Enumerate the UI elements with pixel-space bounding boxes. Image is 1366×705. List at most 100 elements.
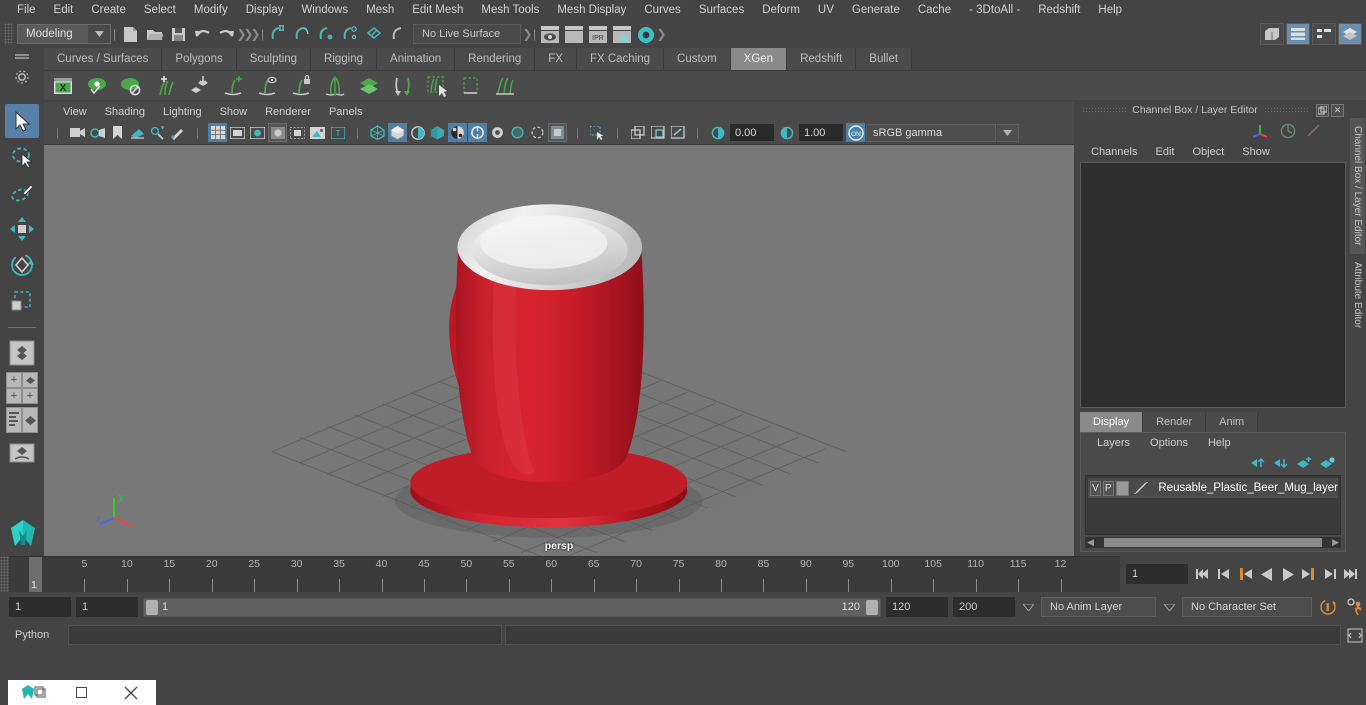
grease-pencil-icon[interactable] (168, 123, 187, 142)
shadows-icon[interactable] (448, 123, 467, 142)
channel-box-menu-show[interactable]: Show (1233, 146, 1279, 158)
color-management-toggle-icon[interactable]: ON (846, 123, 865, 142)
shelf-tab-xgen[interactable]: XGen (730, 48, 788, 70)
menu-item-windows[interactable]: Windows (292, 0, 357, 20)
scroll-right-arrow-icon[interactable]: ▶ (1332, 537, 1341, 548)
create-layer-from-selected-icon[interactable] (1320, 457, 1335, 469)
shelf-tab-rigging[interactable]: Rigging (311, 48, 378, 70)
current-frame-field[interactable]: 1 (1126, 564, 1188, 584)
move-layer-down-icon[interactable] (1274, 457, 1289, 469)
paint-select-tool[interactable] (5, 176, 39, 210)
animation-end-field[interactable]: 200 (953, 597, 1015, 617)
menu-item-display[interactable]: Display (237, 0, 293, 20)
menu-item-mesh-tools[interactable]: Mesh Tools (472, 0, 548, 20)
character-set-chevron-down-icon[interactable] (1161, 603, 1177, 611)
text-overlay-icon[interactable]: T (328, 123, 347, 142)
command-language-label[interactable]: Python (9, 629, 65, 641)
viewport-menu-show[interactable]: Show (211, 106, 257, 118)
show-hide-toolbars-icon[interactable] (1286, 23, 1310, 45)
lasso-select-tool[interactable] (5, 140, 39, 174)
hardware-texturing-icon[interactable] (408, 123, 427, 142)
anim-layer-chevron-down-icon[interactable] (1020, 603, 1036, 611)
ao-icon[interactable] (468, 123, 487, 142)
step-back-keyframe-icon[interactable] (1215, 564, 1234, 584)
resolution-gate-icon[interactable] (248, 123, 267, 142)
axis-gizmo-icon[interactable] (1252, 123, 1270, 139)
menu-item-mesh-display[interactable]: Mesh Display (548, 0, 635, 20)
grid-toggle-icon[interactable] (208, 123, 227, 142)
layer-menu-layers[interactable]: Layers (1087, 437, 1140, 449)
rotate-tool[interactable] (5, 248, 39, 282)
image-plane-icon[interactable] (128, 123, 147, 142)
range-end-field[interactable]: 120 (886, 597, 948, 617)
isolate-select-icon[interactable] (548, 123, 567, 142)
layer-tab-display[interactable]: Display (1080, 412, 1144, 432)
menu-item-surfaces[interactable]: Surfaces (690, 0, 753, 20)
gate-mask-icon[interactable] (268, 123, 287, 142)
redo-icon[interactable] (214, 23, 238, 45)
shelf-tab-rendering[interactable]: Rendering (455, 48, 536, 70)
xgen-noise-icon[interactable] (490, 72, 520, 100)
xgen-guide-visibility-icon[interactable] (252, 72, 282, 100)
panel-c-icon[interactable] (668, 123, 687, 142)
viewport-menu-shading[interactable]: Shading (96, 106, 154, 118)
menu-item-generate[interactable]: Generate (843, 0, 909, 20)
snap-to-grid-icon[interactable] (266, 23, 290, 45)
scale-tool[interactable] (5, 284, 39, 318)
maya-app-icon[interactable] (8, 680, 57, 705)
select-tool[interactable] (5, 104, 39, 138)
create-empty-layer-icon[interactable] (1297, 457, 1312, 469)
layer-menu-options[interactable]: Options (1140, 437, 1198, 449)
chevron-down-icon[interactable] (88, 25, 110, 43)
play-backwards-icon[interactable] (1257, 564, 1276, 584)
shelf-tab-custom[interactable]: Custom (664, 48, 731, 70)
channel-box-menu-channels[interactable]: Channels (1082, 146, 1146, 158)
xgen-editor-icon[interactable]: X (48, 72, 78, 100)
menu-item-edit-mesh[interactable]: Edit Mesh (403, 0, 472, 20)
shelf-tab-sculpting[interactable]: Sculpting (236, 48, 312, 70)
channel-box-content[interactable] (1080, 162, 1346, 408)
xgen-layers-icon[interactable] (354, 72, 384, 100)
menu-item-mesh[interactable]: Mesh (357, 0, 403, 20)
scrollbar-thumb[interactable] (1103, 538, 1323, 547)
layer-tab-render[interactable]: Render (1143, 412, 1207, 432)
scroll-left-arrow-icon[interactable]: ◀ (1085, 537, 1094, 548)
xgen-select-region-icon[interactable] (422, 72, 452, 100)
render-current-frame-icon[interactable] (538, 23, 562, 45)
menu-item-edit[interactable]: Edit (45, 0, 83, 20)
layer-color-swatch[interactable] (1115, 480, 1130, 496)
layer-visibility-toggle[interactable]: V (1090, 480, 1101, 496)
motion-blur-icon[interactable] (488, 123, 507, 142)
shelf-menu-icon[interactable] (15, 54, 29, 56)
live-surface-field[interactable]: No Live Surface (413, 24, 521, 44)
viewport-menu-panels[interactable]: Panels (320, 106, 372, 118)
animation-preferences-icon[interactable] (1344, 597, 1366, 617)
xgen-clump-icon[interactable] (456, 72, 486, 100)
edge-tab-channel-box[interactable]: Channel Box / Layer Editor (1350, 118, 1365, 254)
current-frame-marker[interactable]: 1 (29, 557, 42, 592)
auto-keyframe-icon[interactable] (1317, 597, 1339, 617)
xgen-lock-guide-icon[interactable] (286, 72, 316, 100)
command-input[interactable] (68, 625, 502, 645)
lighting-icon[interactable] (428, 123, 447, 142)
menu-item-file[interactable]: File (8, 0, 45, 20)
xgen-convert-icon[interactable] (388, 72, 418, 100)
menu-set-selector[interactable]: Modeling (17, 24, 111, 44)
xgen-preview-icon[interactable] (82, 72, 112, 100)
menu-item-deform[interactable]: Deform (753, 0, 809, 20)
ipr-render-icon[interactable]: IPR (586, 23, 610, 45)
channel-speed-icon[interactable] (1280, 123, 1296, 139)
color-management-chevron-down-icon[interactable] (997, 123, 1019, 142)
time-slider-grip[interactable] (0, 556, 9, 592)
outliner-persp-layout[interactable] (5, 407, 39, 433)
layer-list-horizontal-scrollbar[interactable]: ◀ ▶ (1085, 537, 1341, 548)
color-management-field[interactable]: sRGB gamma (866, 123, 996, 142)
wireframe-icon[interactable] (368, 123, 387, 142)
menu-item-uv[interactable]: UV (809, 0, 843, 20)
undock-icon[interactable] (1316, 103, 1329, 117)
channel-slider-icon[interactable] (1306, 123, 1322, 139)
film-gate-icon[interactable] (228, 123, 247, 142)
hypergraph-persp-layout[interactable] (5, 436, 39, 470)
shelf-tab-polygons[interactable]: Polygons (162, 48, 237, 70)
go-to-end-icon[interactable] (1341, 564, 1360, 584)
